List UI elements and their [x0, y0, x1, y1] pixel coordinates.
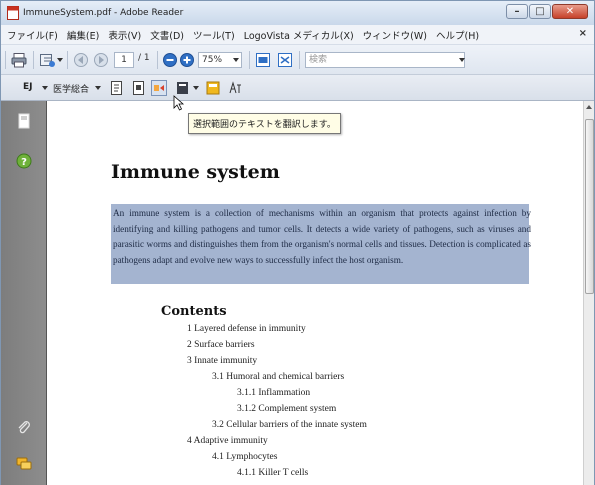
- pdf-file-icon: [7, 6, 19, 20]
- close-button[interactable]: ✕: [552, 4, 588, 19]
- scrollbar-thumb[interactable]: [585, 119, 594, 294]
- menu-edit[interactable]: 編集(E): [67, 28, 99, 42]
- window-controls: – □ ✕: [505, 4, 588, 19]
- dictionary-select[interactable]: 医学総合: [53, 82, 89, 95]
- next-page-icon[interactable]: [93, 52, 109, 68]
- zoom-out-icon[interactable]: [162, 52, 178, 68]
- minimize-icon: –: [514, 6, 520, 17]
- comments-icon[interactable]: [16, 455, 32, 471]
- tooltip: 選択範囲のテキストを翻訳します。: [188, 113, 341, 134]
- navigation-panel: ?: [1, 101, 47, 485]
- window-title: ImmuneSystem.pdf - Adobe Reader: [23, 8, 184, 18]
- pages-panel-icon[interactable]: [16, 113, 32, 129]
- toc-item[interactable]: 2 Surface barriers: [187, 340, 255, 350]
- menu-file[interactable]: ファイル(F): [7, 28, 58, 42]
- document-page[interactable]: Immune system An immune system is a coll…: [47, 101, 583, 485]
- toc-item[interactable]: 3.2 Cellular barriers of the innate syst…: [212, 420, 367, 430]
- zoom-dropdown-icon[interactable]: [233, 58, 239, 62]
- maximize-button[interactable]: □: [529, 4, 551, 19]
- contents-heading: Contents: [161, 304, 227, 319]
- dictionary-dropdown-icon[interactable]: [95, 86, 101, 90]
- translate-selection-icon[interactable]: [151, 80, 167, 96]
- mouse-cursor-icon: [173, 95, 185, 111]
- translation-direction[interactable]: EJ: [23, 82, 33, 92]
- main-toolbar: 1 / 1 75% 検索: [1, 45, 594, 75]
- toc-item[interactable]: 3 Innate immunity: [187, 356, 257, 366]
- search-dropdown-icon[interactable]: [459, 58, 465, 62]
- toolbar-separator: [67, 51, 68, 69]
- toc-item[interactable]: 3.1.1 Inflammation: [237, 388, 310, 398]
- page-number-input[interactable]: 1: [114, 52, 134, 68]
- direction-dropdown-icon[interactable]: [42, 86, 48, 90]
- translate-page-icon[interactable]: [131, 80, 147, 96]
- zoom-in-icon[interactable]: [179, 52, 195, 68]
- dictionary-book-icon[interactable]: [205, 80, 221, 96]
- translate-document-icon[interactable]: [109, 80, 125, 96]
- toolbar-separator: [33, 51, 34, 69]
- vertical-scrollbar[interactable]: [583, 101, 594, 485]
- toc-item[interactable]: 3.1.2 Complement system: [237, 404, 336, 414]
- toc-item[interactable]: 4.1.1 Killer T cells: [237, 468, 308, 478]
- translation-window-icon[interactable]: [175, 80, 191, 96]
- maximize-icon: □: [535, 6, 545, 17]
- scroll-up-arrow-icon[interactable]: [586, 105, 592, 109]
- app-window: ImmuneSystem.pdf - Adobe Reader – □ ✕ ファ…: [0, 0, 595, 485]
- intro-paragraph[interactable]: An immune system is a collection of mech…: [113, 206, 531, 268]
- menu-document[interactable]: 文書(D): [150, 28, 184, 42]
- translation-window-dropdown-icon[interactable]: [193, 86, 199, 90]
- toc-item[interactable]: 1 Layered defense in immunity: [187, 324, 306, 334]
- toolbar-grip: [5, 51, 6, 69]
- fit-width-icon[interactable]: [277, 52, 293, 68]
- title-bar: ImmuneSystem.pdf - Adobe Reader – □ ✕: [1, 1, 594, 25]
- menu-logovista[interactable]: LogoVista メディカル(X): [244, 28, 354, 42]
- toolbar-separator: [299, 51, 300, 69]
- previous-page-icon[interactable]: [73, 52, 89, 68]
- svg-text:?: ?: [21, 157, 27, 168]
- character-icon[interactable]: [227, 80, 243, 96]
- document-title: Immune system: [111, 161, 280, 183]
- minimize-button[interactable]: –: [506, 4, 528, 19]
- menu-help[interactable]: ヘルプ(H): [436, 28, 479, 42]
- fit-page-icon[interactable]: [255, 52, 271, 68]
- attachment-icon[interactable]: [16, 419, 32, 435]
- help-icon[interactable]: ?: [16, 153, 32, 169]
- menu-view[interactable]: 表示(V): [108, 28, 141, 42]
- toc-item[interactable]: 4 Adaptive immunity: [187, 436, 268, 446]
- translation-toolbar: EJ 医学総合: [1, 75, 594, 101]
- menu-window[interactable]: ウィンドウ(W): [363, 28, 427, 42]
- share-dropdown-icon[interactable]: [57, 58, 63, 62]
- toolbar-separator: [249, 51, 250, 69]
- menu-tools[interactable]: ツール(T): [193, 28, 235, 42]
- toolbar-separator: [157, 51, 158, 69]
- close-icon: ✕: [565, 6, 575, 17]
- page-total: / 1: [138, 53, 150, 63]
- toc-item[interactable]: 4.1 Lymphocytes: [212, 452, 277, 462]
- print-icon[interactable]: [11, 52, 27, 68]
- document-close-icon[interactable]: ×: [579, 28, 587, 39]
- share-icon[interactable]: [39, 52, 55, 68]
- toc-item[interactable]: 3.1 Humoral and chemical barriers: [212, 372, 344, 382]
- search-input[interactable]: 検索: [305, 52, 465, 68]
- menu-bar: ファイル(F) 編集(E) 表示(V) 文書(D) ツール(T) LogoVis…: [1, 25, 594, 45]
